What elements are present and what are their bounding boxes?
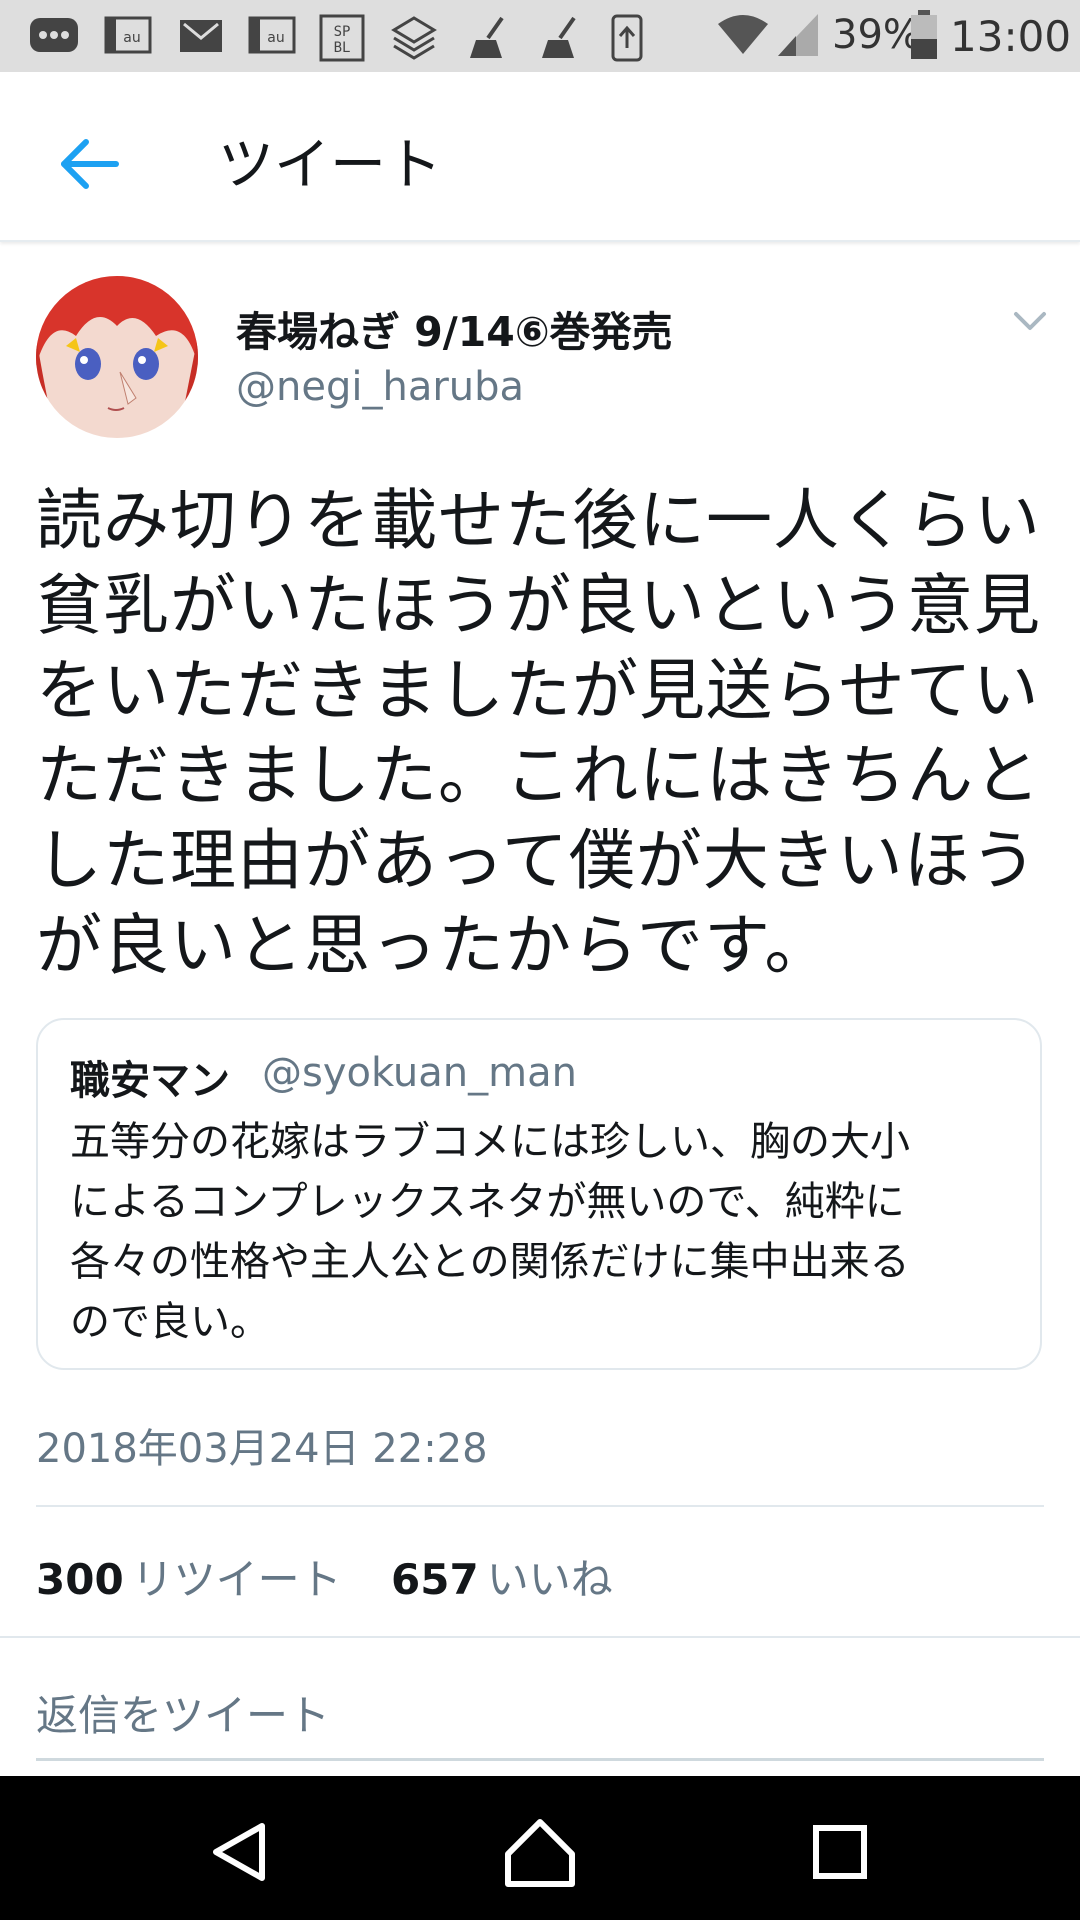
recents-icon[interactable] [800, 1812, 880, 1892]
reply-input[interactable]: 返信をツイート [36, 1682, 330, 1743]
like-count: 657 [391, 1555, 479, 1604]
gmail-icon [180, 20, 222, 52]
broom-icon [542, 16, 576, 58]
message-icon [30, 18, 78, 52]
clock: 13:00 [950, 12, 1072, 61]
quoted-text: 五等分の花嫁はラブコメには珍しい、胸の大小 によるコンプレックスネタが無いので、… [70, 1112, 1020, 1352]
retweet-label: リツイート [131, 1555, 342, 1604]
svg-text:SP: SP [334, 24, 351, 40]
tweet-text-line: 読み切りを載せた後に一人くらい [36, 482, 1041, 559]
like-stat[interactable]: 657 いいね [391, 1555, 649, 1604]
reply-underline [36, 1758, 1044, 1761]
divider [36, 1505, 1044, 1507]
avatar[interactable] [36, 276, 198, 438]
status-bar: au au SP BL 39% 13:00 [0, 0, 1080, 72]
tweet-text: 読み切りを載せた後に一人くらい 貧乳がいたほうが良いという意見 をいただきました… [36, 478, 1046, 988]
quoted-author-name: 職安マン [70, 1058, 230, 1104]
tweet-text-line: ただきました。これにはきちんと [36, 737, 1041, 814]
home-icon[interactable] [500, 1812, 580, 1892]
au-icon: au [248, 16, 296, 54]
tweet-text-line: をいただきましたが見送らせてい [36, 652, 1040, 729]
wifi-icon [718, 15, 768, 54]
battery-icon [911, 10, 937, 59]
layers-icon [391, 16, 437, 60]
author-handle[interactable]: @negi_haruba [236, 364, 524, 410]
signal-icon [778, 14, 818, 56]
quoted-text-line: 各々の性格や主人公との関係だけに集中出来る [70, 1239, 910, 1285]
tweet-stats: 300 リツイート 657 いいね [36, 1546, 649, 1607]
tweet-text-line: 貧乳がいたほうが良いという意見 [36, 567, 1041, 644]
retweet-stat[interactable]: 300 リツイート [36, 1555, 391, 1604]
svg-text:au: au [267, 30, 284, 46]
quoted-text-line: 五等分の花嫁はラブコメには珍しい、胸の大小 [70, 1119, 910, 1165]
app-header: ツイート [0, 72, 1080, 242]
divider [0, 1636, 1080, 1638]
quoted-text-line: によるコンプレックスネタが無いので、純粋に [70, 1179, 905, 1225]
tweet-timestamp: 2018年03月24日 22:28 [36, 1426, 488, 1472]
svg-text:BL: BL [334, 40, 351, 56]
retweet-count: 300 [36, 1555, 124, 1604]
tweet-text-line: が良いと思ったからです。 [36, 907, 832, 984]
page-title: ツイート [218, 133, 442, 198]
au-icon: au [104, 16, 152, 54]
spbl-icon: SPBL [319, 14, 365, 62]
back-arrow-icon[interactable] [52, 128, 124, 200]
upload-icon [611, 14, 643, 62]
author-name[interactable]: 春場ねぎ 9/14⑥巻発売 [236, 298, 673, 358]
quoted-text-line: ので良い。 [70, 1299, 270, 1345]
quoted-author-handle: @syokuan_man [262, 1050, 577, 1096]
navigation-bar [0, 1776, 1080, 1920]
broom-icon [470, 16, 504, 58]
back-triangle-icon[interactable] [200, 1812, 280, 1892]
tweet-text-line: した理由があって僕が大きいほう [36, 822, 1038, 899]
like-label: いいね [486, 1555, 613, 1604]
svg-text:au: au [123, 30, 140, 46]
battery-percent: 39% [832, 12, 921, 58]
quoted-tweet[interactable]: 職安マン @syokuan_man 五等分の花嫁はラブコメには珍しい、胸の大小 … [36, 1018, 1042, 1370]
chevron-down-icon[interactable] [1010, 306, 1050, 336]
